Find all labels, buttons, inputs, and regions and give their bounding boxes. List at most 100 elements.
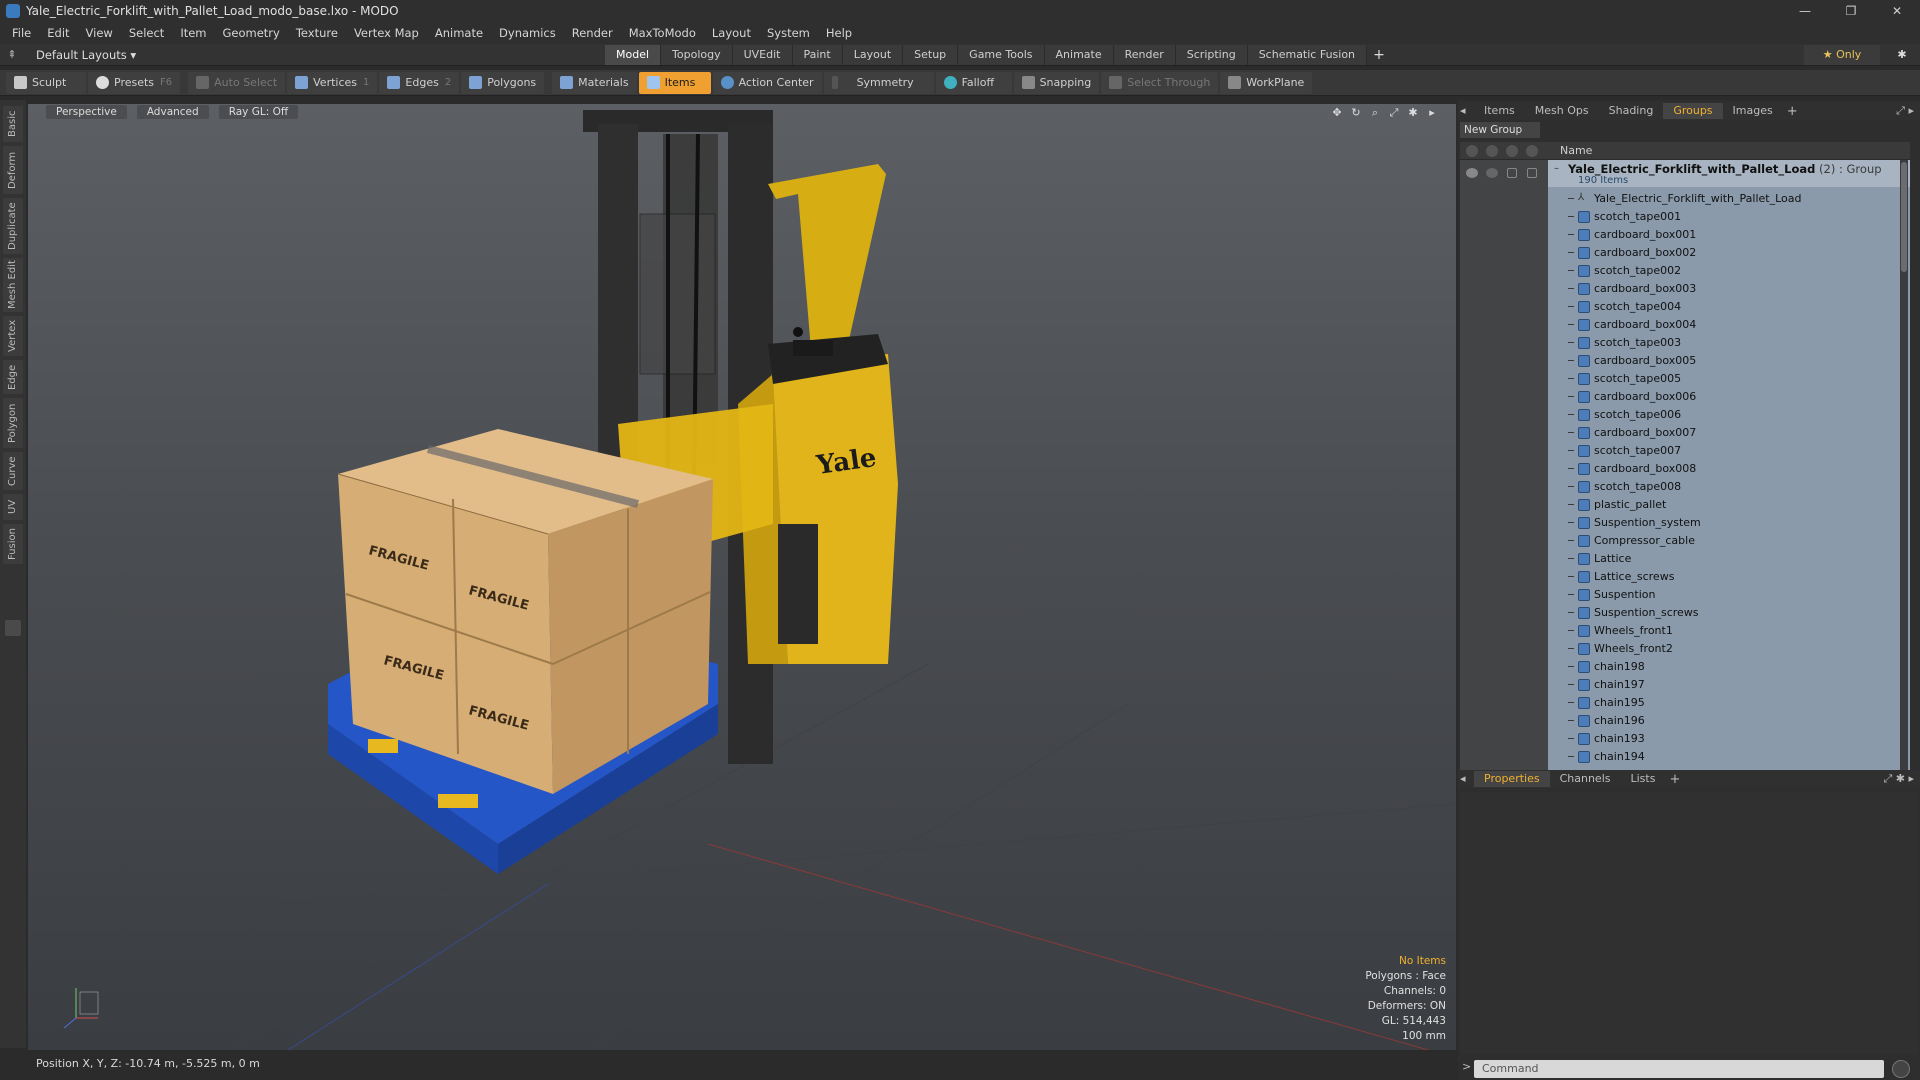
zoom-icon[interactable]: ⌕ <box>1367 106 1383 120</box>
tab-layout[interactable]: Layout <box>842 45 904 65</box>
vtab-uv[interactable]: UV <box>3 494 23 520</box>
action-center-button[interactable]: Action Center <box>712 71 822 94</box>
default-layouts-dropdown[interactable]: Default Layouts ▾ <box>36 48 136 62</box>
list-item[interactable]: cardboard_box002 <box>1548 244 1910 262</box>
vtab-vertex[interactable]: Vertex <box>3 316 23 356</box>
tab-game-tools[interactable]: Game Tools <box>958 45 1045 65</box>
close-button[interactable]: ✕ <box>1874 0 1920 22</box>
list-item[interactable]: ⅄ Yale_Electric_Forklift_with_Pallet_Load <box>1548 190 1910 208</box>
list-item[interactable]: scotch_tape003 <box>1548 334 1910 352</box>
menu-animate[interactable]: Animate <box>427 22 491 44</box>
vtab-basic[interactable]: Basic <box>3 106 23 142</box>
list-item[interactable]: Suspention_system <box>1548 514 1910 532</box>
list-item[interactable]: Wheels_front1 <box>1548 622 1910 640</box>
tab-items[interactable]: Items <box>1474 103 1525 119</box>
tab-setup[interactable]: Setup <box>903 45 959 65</box>
bottom-panel-collapse-icon[interactable]: ◂ <box>1458 771 1474 787</box>
list-item[interactable]: cardboard_box008 <box>1548 460 1910 478</box>
command-record-button[interactable] <box>1892 1060 1910 1078</box>
list-item[interactable]: Lattice_screws <box>1548 568 1910 586</box>
list-item[interactable]: cardboard_box004 <box>1548 316 1910 334</box>
visibility-header-icon[interactable] <box>1466 145 1478 157</box>
tab-lists[interactable]: Lists <box>1621 771 1666 787</box>
list-item[interactable]: cardboard_box005 <box>1548 352 1910 370</box>
tab-shading[interactable]: Shading <box>1599 103 1664 119</box>
presets-button[interactable]: Presets F6 <box>88 71 181 94</box>
list-item[interactable]: Compressor_cable <box>1548 532 1910 550</box>
viewport-settings-icon[interactable]: ✱ <box>1405 106 1421 120</box>
new-group-button[interactable]: New Group <box>1460 122 1540 138</box>
menu-edit[interactable]: Edit <box>39 22 77 44</box>
list-item[interactable]: scotch_tape004 <box>1548 298 1910 316</box>
layout-toggle-icon[interactable]: ⇞ <box>0 44 24 66</box>
menu-render[interactable]: Render <box>564 22 621 44</box>
3d-viewport[interactable]: Yale FRAGILE FRAGILE FRAGILE FRAGILE Per… <box>28 104 1456 1050</box>
tab-render[interactable]: Render <box>1113 45 1176 65</box>
snapping-button[interactable]: Snapping <box>1013 71 1100 94</box>
add-tab-button[interactable]: + <box>1367 45 1391 65</box>
list-item[interactable]: cardboard_box006 <box>1548 388 1910 406</box>
group-row[interactable]: – Yale_Electric_Forklift_with_Pallet_Loa… <box>1548 160 1910 187</box>
select-through-button[interactable]: Select Through <box>1101 71 1219 94</box>
viewport-menu-icon[interactable]: ▸ <box>1424 106 1440 120</box>
fit-icon[interactable]: ⤢ <box>1386 106 1402 120</box>
vtab-mesh-edit[interactable]: Mesh Edit <box>3 258 23 312</box>
only-toggle-button[interactable]: ★ Only <box>1804 45 1880 65</box>
list-item[interactable]: scotch_tape008 <box>1548 478 1910 496</box>
advanced-button[interactable]: Advanced <box>136 105 209 119</box>
menu-select[interactable]: Select <box>121 22 172 44</box>
vtab-deform[interactable]: Deform <box>3 146 23 194</box>
vtab-curve[interactable]: Curve <box>3 452 23 490</box>
rotate-icon[interactable]: ↻ <box>1348 106 1364 120</box>
list-item[interactable]: Suspention <box>1548 586 1910 604</box>
workplane-button[interactable]: WorkPlane <box>1220 71 1313 94</box>
falloff-button[interactable]: Falloff <box>935 71 1012 94</box>
list-item[interactable]: scotch_tape001 <box>1548 208 1910 226</box>
pan-icon[interactable]: ✥ <box>1329 106 1345 120</box>
groups-scrollbar[interactable] <box>1900 160 1908 774</box>
list-item[interactable]: scotch_tape007 <box>1548 442 1910 460</box>
vtab-fusion[interactable]: Fusion <box>3 524 23 564</box>
edges-button[interactable]: Edges 2 <box>379 71 460 94</box>
list-item[interactable]: chain198 <box>1548 658 1910 676</box>
menu-maxtomodo[interactable]: MaxToModo <box>621 22 704 44</box>
list-item[interactable]: Wheels_front2 <box>1548 640 1910 658</box>
raygl-button[interactable]: Ray GL: Off <box>218 105 299 119</box>
menu-help[interactable]: Help <box>818 22 860 44</box>
tab-properties[interactable]: Properties <box>1474 771 1550 787</box>
maximize-button[interactable]: ❐ <box>1828 0 1874 22</box>
command-history-arrow-icon[interactable]: > <box>1462 1060 1471 1073</box>
add-bottom-tab-button[interactable]: + <box>1665 772 1684 787</box>
menu-system[interactable]: System <box>759 22 818 44</box>
menu-file[interactable]: File <box>4 22 39 44</box>
list-item[interactable]: chain193 <box>1548 730 1910 748</box>
list-item[interactable]: scotch_tape002 <box>1548 262 1910 280</box>
panel-expand-icon[interactable]: ⤢ ▸ <box>1896 104 1914 118</box>
group-select-checkbox[interactable] <box>1527 168 1537 178</box>
name-column-header[interactable]: Name <box>1560 144 1592 157</box>
minimize-button[interactable]: — <box>1782 0 1828 22</box>
menu-vertex-map[interactable]: Vertex Map <box>346 22 427 44</box>
tab-channels[interactable]: Channels <box>1550 771 1621 787</box>
list-item[interactable]: cardboard_box001 <box>1548 226 1910 244</box>
scene-render[interactable]: Yale FRAGILE FRAGILE FRAGILE FRAGILE <box>28 104 1456 1050</box>
tab-uvedit[interactable]: UVEdit <box>732 45 793 65</box>
collapse-arrow-icon[interactable]: – <box>1554 163 1559 174</box>
render-header-icon[interactable] <box>1486 145 1498 157</box>
menu-geometry[interactable]: Geometry <box>215 22 288 44</box>
tab-scripting[interactable]: Scripting <box>1175 45 1248 65</box>
vertices-button[interactable]: Vertices 1 <box>287 71 378 94</box>
list-item[interactable]: scotch_tape006 <box>1548 406 1910 424</box>
menu-view[interactable]: View <box>78 22 121 44</box>
list-item[interactable]: cardboard_box003 <box>1548 280 1910 298</box>
tab-images[interactable]: Images <box>1723 103 1783 119</box>
list-item[interactable]: chain195 <box>1548 694 1910 712</box>
vtab-edge[interactable]: Edge <box>3 360 23 394</box>
list-item[interactable]: chain196 <box>1548 712 1910 730</box>
group-visibility-eye-icon[interactable] <box>1466 168 1478 178</box>
list-item[interactable]: cardboard_box007 <box>1548 424 1910 442</box>
tab-model[interactable]: Model <box>605 45 662 65</box>
tab-mesh-ops[interactable]: Mesh Ops <box>1525 103 1599 119</box>
select-header-icon[interactable] <box>1526 145 1538 157</box>
list-item[interactable]: plastic_pallet <box>1548 496 1910 514</box>
